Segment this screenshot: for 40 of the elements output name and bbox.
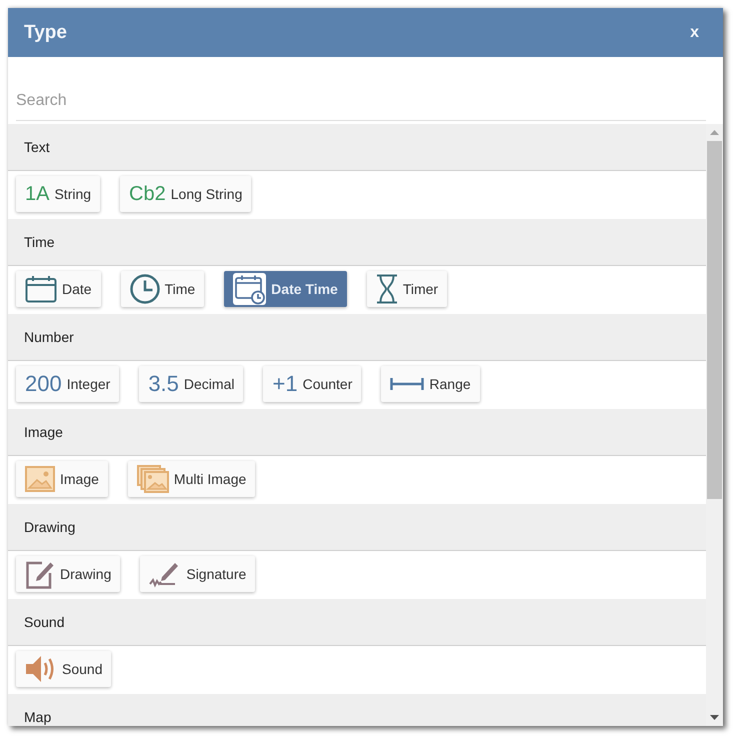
dialog-title: Type (24, 22, 67, 44)
edit-icon (25, 559, 55, 589)
type-option-button[interactable]: 1A String (16, 176, 100, 212)
type-option-button[interactable]: +1 Counter (263, 366, 362, 402)
category-header: Text (8, 124, 706, 171)
scroll-down-icon[interactable] (710, 715, 719, 720)
category-header: Map (8, 694, 706, 726)
pictures-icon (136, 465, 169, 493)
type-option-button[interactable]: Timer (366, 271, 448, 307)
scroll-up-icon[interactable] (710, 130, 719, 135)
close-button[interactable]: x (688, 24, 701, 42)
type-option-button[interactable]: Date Time (224, 271, 347, 307)
glyph-text: 3.5 (148, 373, 179, 395)
scrollbar-thumb[interactable] (707, 141, 722, 499)
type-option-button[interactable]: 200 Integer (16, 366, 120, 402)
range-icon (390, 377, 424, 391)
type-option-button[interactable]: Date (16, 271, 101, 307)
type-option-button[interactable]: Signature (140, 556, 256, 592)
type-option-button[interactable]: Image (16, 461, 108, 497)
glyph-text: Cb2 (129, 184, 166, 204)
glyph-text: 200 (25, 373, 62, 395)
calendar-clock-icon (233, 273, 266, 305)
glyph-text: 1A (25, 184, 50, 204)
hourglass-icon (376, 274, 398, 304)
glyph-text: +1 (272, 373, 298, 395)
calendar-icon (25, 275, 57, 303)
type-option-button[interactable]: Cb2 Long String (120, 176, 252, 212)
type-option-button[interactable]: Drawing (16, 556, 120, 592)
category-header: Number (8, 314, 706, 361)
picture-icon (25, 466, 55, 492)
type-option-button[interactable]: Time (120, 271, 204, 307)
clock-icon (130, 274, 160, 304)
category-header: Time (8, 219, 706, 266)
type-option-button[interactable]: Sound (16, 651, 112, 687)
type-option-button[interactable]: Range (381, 366, 480, 402)
category-header: Drawing (8, 504, 706, 551)
type-option-button[interactable]: 3.5 Decimal (139, 366, 244, 402)
type-option-button[interactable]: Multi Image (128, 461, 256, 497)
category-header: Sound (8, 599, 706, 646)
category-header: Image (8, 409, 706, 456)
